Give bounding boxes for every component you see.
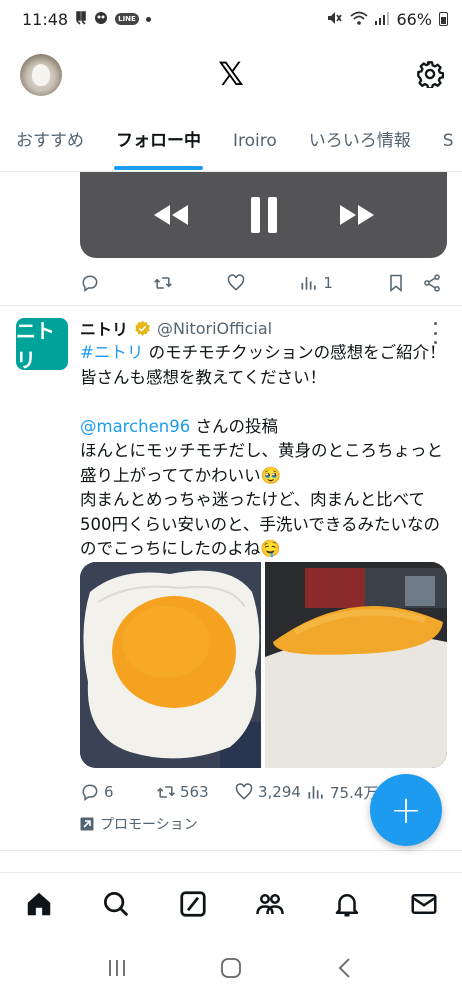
like-count: 3,294 [258,783,301,801]
mention-link[interactable]: @marchen96 [80,417,190,436]
status-time: 11:48 [22,9,69,29]
retweet-button[interactable] [153,273,173,293]
views-button[interactable]: 1 [299,273,333,293]
retweet-count: 563 [180,783,209,801]
tweet-line-1: のモチモチクッションの感想をご紹介！ [143,343,446,362]
rewind-icon[interactable] [151,203,191,227]
tweet-body-line: 肉まんとめっちゃ迷ったけど、肉まんと比べて [80,490,426,509]
line-app-icon: LINE [115,13,139,25]
reply-count: 6 [104,783,114,801]
post-divider [0,850,462,851]
search-icon[interactable] [101,889,131,919]
communities-icon[interactable] [255,889,285,919]
x-logo[interactable]: 𝕏 [218,55,244,93]
plus-icon: + [390,788,422,832]
media-player [80,172,447,258]
tab-iroiro-info[interactable]: いろいろ情報 [293,110,427,171]
recent-apps-icon[interactable] [105,956,129,980]
tweet-line-2: 皆さんも感想を教えてください！ [80,367,327,387]
grok-icon[interactable] [178,889,208,919]
views-count: 1 [323,274,333,292]
retweet-icon [154,277,172,289]
timeline-tabs: おすすめ フォロー中 Iroiro いろいろ情報 S [0,110,462,172]
bottom-navigation [0,872,462,934]
nitori-avatar[interactable]: ニトリ [16,318,68,372]
back-icon[interactable] [333,956,357,980]
tweet-text: #ニトリ のモチモチクッションの感想をご紹介！ 皆さんも感想を教えてください！ … [80,341,450,562]
app-notification-icon [94,11,108,27]
compose-button[interactable]: + [370,774,442,846]
battery-icon [439,12,448,26]
egg-cushion-photo-2[interactable] [265,562,447,768]
like-button[interactable] [226,273,246,293]
views-icon [308,786,323,799]
promotion-text: プロモーション [100,817,198,833]
author-handle[interactable]: @NitoriOfficial [157,319,272,338]
tab-more[interactable]: S [427,110,462,171]
tweet-body-line: 盛り上がっててかわいい🥹 [80,465,282,485]
hashtag-link[interactable]: #ニトリ [80,343,143,362]
author-name[interactable]: ニトリ [80,316,128,340]
retweet-button[interactable]: 563 [156,782,234,802]
views-button[interactable]: 75.4万 [306,782,378,803]
tweet-body-line: のでこっちにしたのよね🤤 [80,539,281,558]
reply-button[interactable] [80,273,100,293]
status-bar: 11:48 LINE 66% [0,0,462,38]
verified-badge-icon [135,320,150,336]
system-navigation-bar [0,936,462,1000]
tab-following[interactable]: フォロー中 [100,110,217,171]
like-button[interactable]: 3,294 [234,782,306,802]
battery-percent: 66% [396,9,432,29]
pause-icon[interactable] [249,196,279,234]
tweet-body-line: ほんとにモッチモチだし、黄身のところちょっと [80,441,443,460]
home-icon[interactable] [24,889,54,919]
tab-iroiro[interactable]: Iroiro [217,110,293,171]
bookmark-icon[interactable] [386,273,406,293]
promotion-label[interactable]: プロモーション [80,814,198,834]
prev-post-actions: 1 [80,268,442,298]
egg-cushion-photo-1[interactable] [80,562,261,768]
tweet-body-line: 500円くらい安いのと、手洗いできるみたいなの [80,514,441,534]
tab-recommended[interactable]: おすすめ [0,110,100,171]
heart-icon [227,274,245,291]
reply-button[interactable]: 6 [80,782,156,802]
tweet-media [80,562,447,768]
tweet-header: ニトリ @NitoriOfficial [80,316,272,340]
signal-icon [375,10,390,29]
app-header: 𝕏 [0,38,462,110]
promoted-arrow-icon [80,817,94,831]
messages-mail-icon[interactable] [409,889,439,919]
views-icon [301,277,316,290]
more-notifications-dot [145,16,151,22]
notifications-bell-icon[interactable] [332,889,362,919]
wifi-icon [350,10,369,29]
post-divider [0,305,462,306]
mute-icon [327,10,343,29]
notification-icon [75,11,87,27]
heart-icon [235,783,253,800]
reply-icon [82,275,98,292]
reply-icon [82,784,98,801]
fast-forward-icon[interactable] [337,203,377,227]
settings-gear-icon[interactable] [416,60,444,88]
home-button-icon[interactable] [219,956,243,980]
share-icon[interactable] [422,273,442,293]
mention-suffix: さんの投稿 [190,416,278,436]
profile-avatar[interactable] [20,54,62,96]
retweet-icon [157,786,175,798]
